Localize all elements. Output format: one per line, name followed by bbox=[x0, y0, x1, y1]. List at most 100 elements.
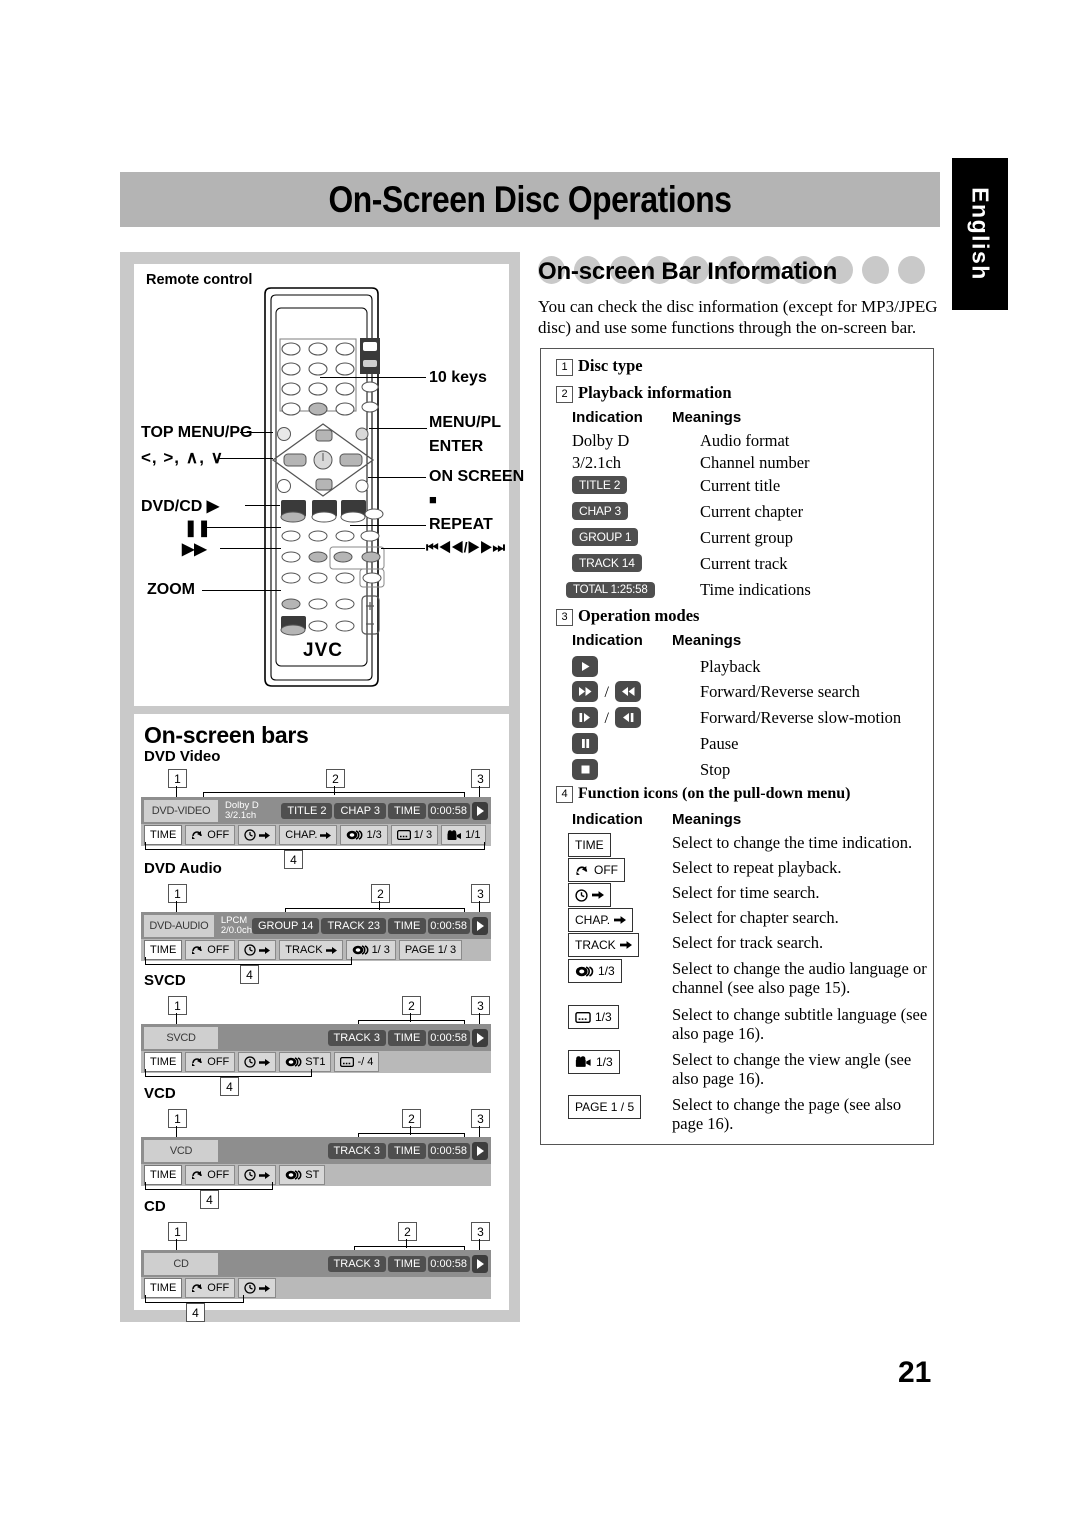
indication-badge-wrap: CHAP 3 bbox=[572, 502, 700, 520]
indication-key: 1/3 bbox=[568, 1005, 672, 1029]
indication-badge-wrap: TRACK 14 bbox=[572, 554, 700, 572]
track-pill: TRACK 3 bbox=[327, 1029, 387, 1046]
repeat-icon bbox=[576, 865, 588, 875]
callout-4: 4 bbox=[220, 1077, 239, 1096]
title-pill: TITLE 2 bbox=[281, 802, 333, 819]
slow-forward-icon bbox=[572, 707, 598, 728]
time-label-pill: TIME bbox=[388, 1029, 427, 1046]
audio-icon bbox=[285, 1057, 302, 1067]
fn-chap-search-key[interactable]: CHAP. bbox=[568, 908, 634, 932]
leader-line bbox=[245, 505, 280, 507]
leader-line bbox=[205, 527, 281, 529]
onscreen-bar-cd: CD TRACK 3 TIME 0:00:58 TIME OFF bbox=[141, 1250, 491, 1299]
fn-time-search-key[interactable] bbox=[568, 883, 611, 907]
meaning-value: Current group bbox=[700, 528, 794, 547]
disc-type-tag: CD bbox=[144, 1252, 218, 1275]
section-label: Operation modes bbox=[578, 606, 700, 625]
disc-type-tag: SVCD bbox=[144, 1026, 218, 1049]
title-badge: TITLE 2 bbox=[572, 476, 628, 494]
remote-label-fast-forward: ▶▶ bbox=[182, 541, 207, 558]
page-title-band: On-Screen Disc Operations bbox=[120, 172, 940, 227]
leader-line bbox=[368, 477, 426, 479]
play-icon bbox=[472, 1141, 488, 1160]
time-value: 0:00:58 bbox=[428, 1142, 470, 1159]
time-label-pill: TIME bbox=[388, 1142, 427, 1159]
fn-angle-key[interactable]: 1/3 bbox=[568, 1050, 620, 1074]
language-tab: English bbox=[952, 158, 1008, 310]
indication-badge-wrap: TITLE 2 bbox=[572, 476, 700, 494]
callout-3: 3 bbox=[471, 884, 490, 903]
meaning-value: Select to change the page (see also page… bbox=[672, 1095, 902, 1133]
indication-badge-wrap: TOTAL 1:25:58 bbox=[566, 580, 700, 598]
bar-caption-dvd-video: DVD Video bbox=[144, 748, 221, 765]
bar-row-info: SVCD TRACK 3 TIME 0:00:58 bbox=[141, 1024, 491, 1051]
fn-audio[interactable]: 1/ 3 bbox=[345, 940, 396, 960]
leader-line bbox=[220, 548, 281, 550]
fn-repeat-key[interactable]: OFF bbox=[568, 858, 625, 882]
arrow-right-icon bbox=[259, 946, 271, 954]
leader-line bbox=[381, 548, 425, 550]
indication-key: OFF bbox=[568, 858, 672, 882]
track-badge: TRACK 14 bbox=[572, 554, 642, 572]
table-row: Pause bbox=[572, 733, 739, 754]
ref-section-disc-type: 1 Disc type bbox=[556, 356, 643, 376]
track-pill: TRACK 3 bbox=[327, 1142, 387, 1159]
total-time-badge: TOTAL 1:25:58 bbox=[566, 582, 655, 598]
table-row: OFF Select to repeat playback. bbox=[568, 858, 932, 882]
table-row: GROUP 1 Current group bbox=[572, 528, 793, 547]
meaning-value: Playback bbox=[700, 657, 761, 676]
track-pill: TRACK 3 bbox=[327, 1255, 387, 1272]
dot-icon bbox=[898, 256, 925, 284]
leader-line bbox=[218, 458, 273, 460]
fn-page[interactable]: PAGE 1/ 3 bbox=[398, 940, 463, 960]
repeat-icon bbox=[192, 1171, 203, 1179]
meaning-value: Pause bbox=[700, 734, 739, 753]
callout-4: 4 bbox=[200, 1190, 219, 1209]
table-row: Dolby D Audio format bbox=[572, 431, 789, 451]
remote-label-skip: ⏮◀◀/▶▶⏭ bbox=[426, 539, 506, 555]
remote-label-ten-keys: 10 keys bbox=[429, 369, 487, 386]
callout-4: 4 bbox=[240, 965, 259, 984]
fn-subtitle-key[interactable]: 1/3 bbox=[568, 1005, 619, 1029]
time-label-pill: TIME bbox=[388, 1255, 427, 1272]
table-row: / Forward/Reverse search bbox=[572, 681, 860, 702]
repeat-icon bbox=[192, 831, 203, 839]
fn-subtitle[interactable]: -/ 4 bbox=[334, 1052, 380, 1072]
fn-audio-key[interactable]: 1/3 bbox=[568, 959, 622, 983]
col-header-meanings: Meanings bbox=[672, 409, 742, 426]
fn-page-key[interactable]: PAGE 1 / 5 bbox=[568, 1095, 642, 1119]
remote-label-zoom: ZOOM bbox=[147, 581, 195, 598]
bar-caption-dvd-audio: DVD Audio bbox=[144, 860, 222, 877]
col-header-meanings: Meanings bbox=[672, 632, 742, 649]
meaning-value: Select for chapter search. bbox=[672, 908, 839, 927]
callout-2: 2 bbox=[402, 1109, 421, 1128]
meaning-value: Forward/Reverse slow-motion bbox=[700, 708, 902, 727]
table-row: 1/3 Select to change the view angle (see… bbox=[568, 1050, 934, 1088]
remote-label-stop: ■ bbox=[429, 492, 437, 507]
disc-type-tag: DVD-AUDIO bbox=[144, 914, 214, 937]
col-header-indication: Indication bbox=[572, 811, 643, 828]
indication-icons: / bbox=[572, 707, 700, 728]
dot-icon bbox=[862, 256, 889, 284]
fn-time-key[interactable]: TIME bbox=[568, 833, 611, 857]
time-value: 0:00:58 bbox=[428, 802, 470, 819]
camera-icon bbox=[447, 829, 462, 840]
meaning-value: Select to change subtitle language (see … bbox=[672, 1005, 928, 1043]
meaning-value: Select to change the view angle (see als… bbox=[672, 1050, 912, 1088]
svg-text:JVC: JVC bbox=[303, 640, 343, 661]
ref-section-operation-modes: 3 Operation modes bbox=[556, 606, 699, 626]
indication-key: TIME bbox=[568, 833, 672, 857]
leader-line bbox=[350, 525, 426, 527]
arrow-right-icon bbox=[259, 1284, 271, 1292]
arrow-right-icon bbox=[325, 946, 337, 954]
page-title: On-Screen Disc Operations bbox=[328, 178, 732, 220]
indication-icons bbox=[572, 733, 700, 754]
bar-row-info: VCD TRACK 3 TIME 0:00:58 bbox=[141, 1137, 491, 1164]
pause-icon bbox=[572, 733, 598, 754]
meaning-value: Audio format bbox=[700, 431, 790, 450]
fn-audio[interactable]: ST bbox=[279, 1165, 326, 1185]
fn-track-search-key[interactable]: TRACK bbox=[568, 933, 639, 957]
remote-label-arrows: <, >, ∧, ∨ bbox=[141, 448, 225, 467]
meaning-value: Select for time search. bbox=[672, 883, 820, 902]
col-header-indication: Indication bbox=[572, 409, 643, 426]
